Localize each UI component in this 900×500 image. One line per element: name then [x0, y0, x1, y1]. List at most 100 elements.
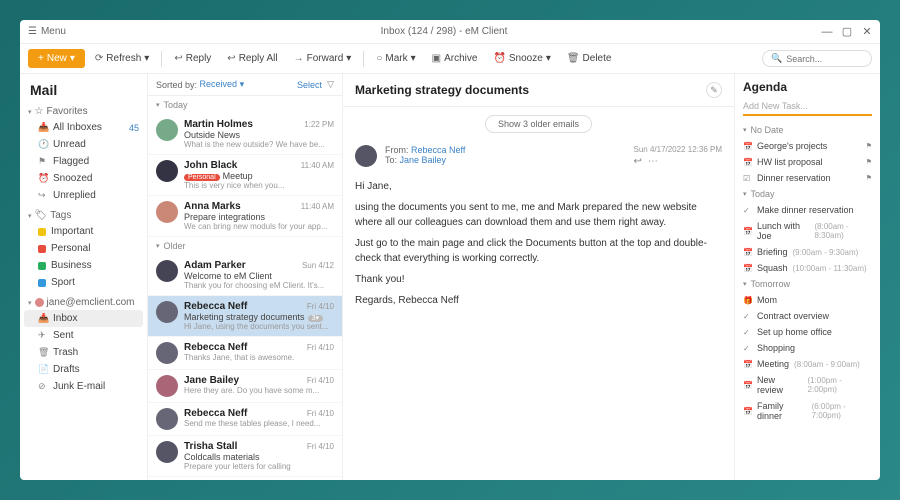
agenda-item[interactable]: 📅Briefing(9:00am - 9:30am) — [743, 244, 872, 260]
search-input[interactable] — [786, 54, 866, 64]
avatar — [156, 119, 178, 141]
more-icon[interactable]: ⋯ — [648, 156, 658, 167]
from-link[interactable]: Rebecca Neff — [411, 145, 465, 155]
sidebar-item-flagged[interactable]: ⚑Flagged — [24, 153, 143, 170]
reply-all-button[interactable]: ↩Reply All — [221, 50, 283, 67]
message-row[interactable]: Paul StockThu 4/9Code review - stack — [148, 477, 342, 480]
folder-trash[interactable]: 🗑Trash — [24, 344, 143, 361]
sort-label: Sorted by: — [156, 80, 197, 90]
agenda-nodate-header[interactable]: ▾No Date — [743, 122, 872, 138]
msg-preview: Thanks Jane, that is awesome. — [184, 353, 334, 362]
delete-button[interactable]: 🗑Delete — [561, 50, 618, 67]
account-header[interactable]: ▾ jane@emclient.com — [24, 295, 143, 310]
flag-icon: ⚑ — [866, 158, 872, 166]
section-older[interactable]: ▾Older — [148, 237, 342, 255]
msg-time: 1:22 PM — [304, 120, 334, 129]
reply-icon[interactable]: ↩ — [633, 156, 641, 167]
agenda-item[interactable]: 📅Lunch with Joe(8:00am - 8:30am) — [743, 218, 872, 244]
msg-subject: Welcome to eM Client — [184, 271, 334, 281]
mark-button[interactable]: ○Mark ▾ — [370, 50, 421, 67]
select-button[interactable]: Select — [297, 80, 322, 90]
message-row[interactable]: Martin Holmes1:22 PMOutside NewsWhat is … — [148, 114, 342, 155]
msg-from: Rebecca Neff — [184, 342, 247, 353]
forward-icon: → — [294, 53, 304, 64]
msg-preview: Send me these tables please, I need... — [184, 419, 334, 428]
agenda-item[interactable]: 🎁Mom — [743, 292, 872, 308]
chevron-down-icon: ▾ — [156, 242, 160, 250]
tag-color-icon — [38, 279, 46, 287]
agenda-heading: Agenda — [743, 80, 872, 94]
favorites-header[interactable]: ▾☆ Favorites — [24, 104, 143, 119]
agenda-item[interactable]: ☑Dinner reservation⚑ — [743, 170, 872, 186]
minimize-button[interactable]: — — [822, 27, 832, 37]
tag-icon: 🏷 — [35, 210, 48, 221]
agenda-item[interactable]: ✓Shopping — [743, 340, 872, 356]
maximize-button[interactable]: ▢ — [842, 27, 852, 37]
folder-inbox[interactable]: 📥Inbox — [24, 310, 143, 327]
tag-personal[interactable]: Personal — [24, 240, 143, 257]
close-button[interactable]: ✕ — [862, 27, 872, 37]
to-link[interactable]: Jane Bailey — [400, 155, 447, 165]
agenda-item[interactable]: 📅Meeting(8:00am - 9:00am) — [743, 356, 872, 372]
sidebar-heading: Mail — [24, 80, 143, 104]
message-row[interactable]: Jane BaileyFri 4/10Here they are. Do you… — [148, 370, 342, 403]
folder-drafts[interactable]: 📄Drafts — [24, 361, 143, 378]
message-row[interactable]: Anna Marks11:40 AMPrepare integrationsWe… — [148, 196, 342, 237]
agenda-today-header[interactable]: ▾Today — [743, 186, 872, 202]
forward-button[interactable]: →Forward ▾ — [288, 50, 358, 67]
section-today[interactable]: ▾Today — [148, 96, 342, 114]
message-row[interactable]: Trisha StallFri 4/10Coldcalls materialsP… — [148, 436, 342, 477]
show-older-button[interactable]: Show 3 older emails — [485, 115, 592, 133]
agenda-item[interactable]: ✓Set up home office — [743, 324, 872, 340]
agenda-tomorrow-header[interactable]: ▾Tomorrow — [743, 276, 872, 292]
add-task-input[interactable]: Add New Task... — [743, 98, 872, 116]
window-title: Inbox (124 / 298) - eM Client — [66, 26, 822, 37]
sort-field[interactable]: Received ▾ — [200, 79, 245, 90]
message-list: Sorted by: Received ▾ Select ▽ ▾Today Ma… — [148, 74, 343, 480]
agenda-item[interactable]: 📅Squash(10:00am - 11:30am) — [743, 260, 872, 276]
check-icon: ✓ — [743, 206, 752, 215]
agenda-item[interactable]: ✓Contract overview — [743, 308, 872, 324]
message-row[interactable]: Rebecca NeffFri 4/10Thanks Jane, that is… — [148, 337, 342, 370]
agenda-item[interactable]: 📅HW list proposal⚑ — [743, 154, 872, 170]
cal-icon: 📅 — [743, 248, 752, 257]
message-row[interactable]: Rebecca NeffFri 4/10Marketing strategy d… — [148, 296, 342, 337]
sidebar-item-unread[interactable]: 🕐Unread — [24, 136, 143, 153]
tags-header[interactable]: ▾🏷 Tags — [24, 208, 143, 223]
sidebar-item-unreplied[interactable]: ↪Unreplied — [24, 187, 143, 204]
chevron-down-icon: ▾ — [28, 299, 32, 307]
filter-icon[interactable]: ▽ — [327, 79, 334, 90]
menu-icon: ☰ — [28, 26, 37, 37]
agenda-item[interactable]: 📅George's projects⚑ — [743, 138, 872, 154]
message-row[interactable]: John Black11:40 AMPersonalMeetupThis is … — [148, 155, 342, 196]
msg-preview: What is the new outside? We have be... — [184, 140, 334, 149]
sidebar-item-all-inboxes[interactable]: 📥All Inboxes45 — [24, 119, 143, 136]
reply-icon: ↩ — [174, 53, 182, 64]
reply-button[interactable]: ↩Reply — [168, 50, 217, 67]
tag-business[interactable]: Business — [24, 257, 143, 274]
avatar — [156, 201, 178, 223]
tag-important[interactable]: Important — [24, 223, 143, 240]
agenda-item[interactable]: 📅Family dinner(6:00pm - 7:00pm) — [743, 398, 872, 424]
sidebar-item-snoozed[interactable]: ⏰Snoozed — [24, 170, 143, 187]
menu-button[interactable]: ☰ Menu — [28, 26, 66, 37]
message-row[interactable]: Adam ParkerSun 4/12Welcome to eM ClientT… — [148, 255, 342, 296]
archive-button[interactable]: ▣Archive — [426, 50, 484, 67]
refresh-button[interactable]: ⟳Refresh ▾ — [89, 50, 155, 67]
message-row[interactable]: Rebecca NeffFri 4/10Send me these tables… — [148, 403, 342, 436]
msg-subject: Coldcalls materials — [184, 452, 334, 462]
agenda-item[interactable]: ✓Make dinner reservation — [743, 202, 872, 218]
search-box[interactable]: 🔍 — [762, 50, 872, 67]
folder-junk-e-mail[interactable]: ⊘Junk E-mail — [24, 378, 143, 395]
pin-button[interactable]: ✎ — [706, 82, 722, 98]
msg-subject: Outside News — [184, 130, 334, 140]
star-icon: ☆ — [35, 106, 44, 117]
tag-sport[interactable]: Sport — [24, 274, 143, 291]
avatar-icon — [35, 298, 44, 307]
msg-preview: Hi Jane, using the documents you sent... — [184, 322, 334, 331]
folder-sent[interactable]: ✈Sent — [24, 327, 143, 344]
snooze-button[interactable]: ⏰Snooze ▾ — [487, 50, 556, 67]
tag-color-icon — [38, 228, 46, 236]
agenda-item[interactable]: 📅New review(1:00pm - 2:00pm) — [743, 372, 872, 398]
new-button[interactable]: + New ▾ — [28, 49, 85, 68]
